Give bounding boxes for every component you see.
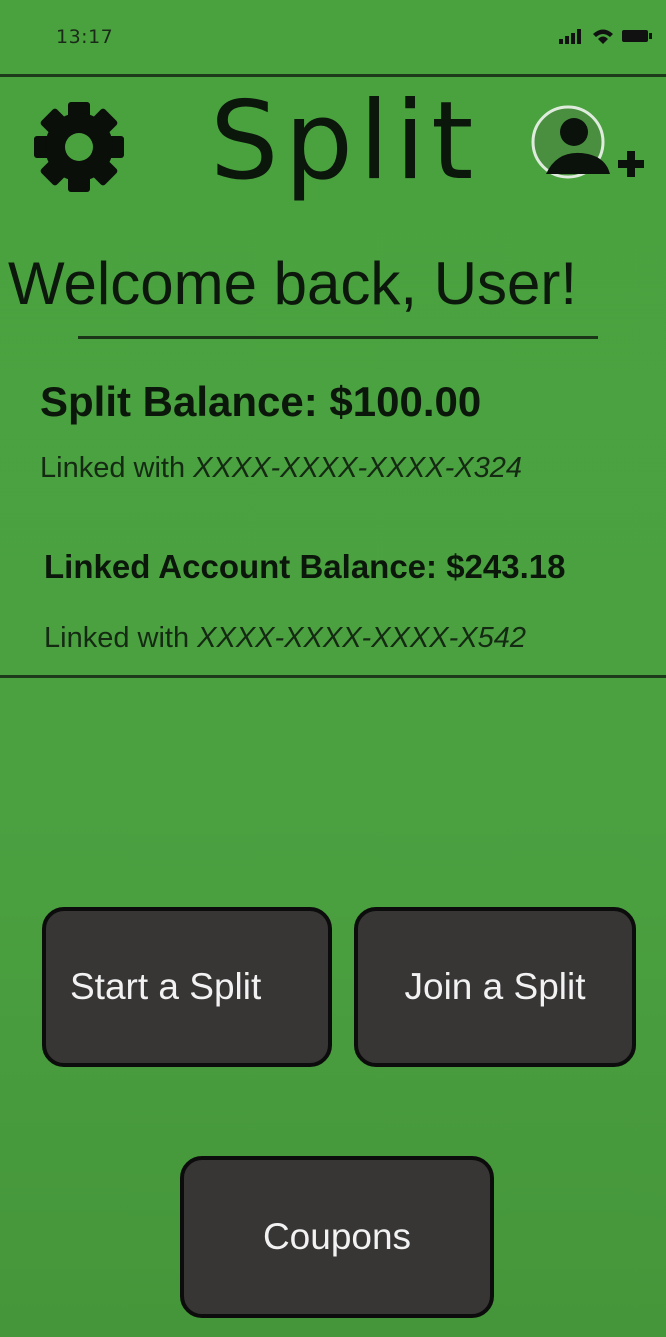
linked-account-line: Linked with XXXX-XXXX-XXXX-X542 xyxy=(44,622,526,655)
split-balance: Split Balance: $100.00 xyxy=(40,378,482,425)
wifi-icon xyxy=(593,29,613,44)
settings-button[interactable] xyxy=(26,102,132,192)
split-linked-account: Linked with XXXX-XXXX-XXXX-X324 xyxy=(40,452,522,485)
status-icons xyxy=(558,28,652,44)
signal-icon xyxy=(559,29,581,44)
linked-with-label: Linked with xyxy=(44,622,190,654)
coupons-button[interactable]: Coupons xyxy=(180,1156,494,1318)
welcome-message: Welcome back, User! xyxy=(8,250,578,317)
welcome-underline xyxy=(78,336,598,339)
add-user-icon xyxy=(531,105,644,179)
linked-account-number: XXXX-XXXX-XXXX-X324 xyxy=(193,452,522,484)
linked-account-number: XXXX-XXXX-XXXX-X542 xyxy=(197,622,526,654)
battery-icon xyxy=(622,30,652,42)
gear-icon xyxy=(34,102,124,192)
status-time: 13:17 xyxy=(56,26,114,48)
start-split-button[interactable]: Start a Split xyxy=(42,907,332,1067)
linked-account-balance: Linked Account Balance: $243.18 xyxy=(44,548,566,585)
status-divider xyxy=(0,74,666,77)
add-user-button[interactable] xyxy=(528,98,652,192)
linked-with-label: Linked with xyxy=(40,452,186,484)
join-split-button[interactable]: Join a Split xyxy=(354,907,636,1067)
section-divider xyxy=(0,675,666,678)
app-title: Split xyxy=(210,79,480,204)
status-bar: 13:17 xyxy=(0,0,666,74)
